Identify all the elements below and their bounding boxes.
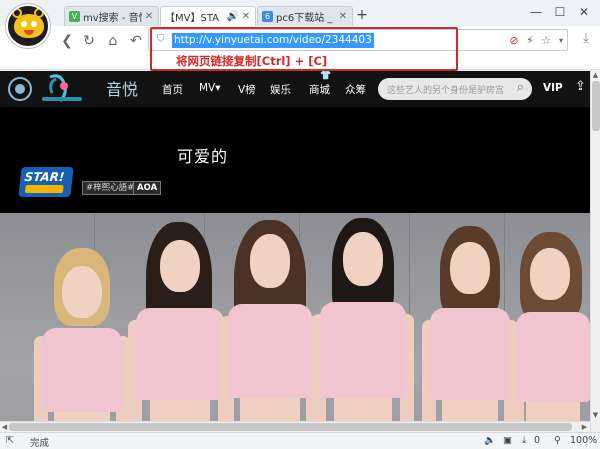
site-nav-yule[interactable]: 娱乐 [270, 82, 291, 97]
performer-4 [312, 218, 414, 432]
search-icon[interactable]: ⌕ [517, 80, 524, 95]
star-icon[interactable]: ☆ [539, 33, 553, 49]
download-count: 0 [534, 435, 541, 446]
horizontal-scrollbar[interactable]: ◀ ▶ [0, 421, 590, 432]
screenshot-icon[interactable]: ▣ [503, 435, 512, 446]
vertical-scrollbar[interactable]: ▲ ▼ [590, 71, 600, 432]
site-logo-text: 音悦 [106, 80, 138, 99]
close-window-button[interactable]: ✕ [574, 4, 594, 20]
site-nav-shop[interactable]: 商城 [309, 82, 330, 97]
tab-pc6[interactable]: 6 pc6下载站 _ 軟 ✕ [257, 6, 353, 26]
download-icon[interactable]: ⤓ [578, 30, 594, 48]
tab-title: pc6下载站 _ 軟 [276, 13, 336, 24]
vip-link[interactable]: VIP [543, 82, 563, 94]
scroll-up-icon[interactable]: ▲ [591, 71, 600, 80]
site-nav-home[interactable]: 首页 [162, 82, 183, 97]
search-placeholder: 这些艺人的另个身份是驴房宫 [387, 86, 505, 96]
tab-bar: V mv搜索 - 音悦 ✕ 【MV】STA 🔊 ✕ 6 pc6下载站 _ 軟 ✕… [0, 0, 600, 26]
undo-icon[interactable]: ↶ [127, 32, 145, 50]
tab-mv-star[interactable]: 【MV】STA 🔊 ✕ [160, 6, 256, 26]
speaker-icon[interactable]: 🔊 [227, 11, 239, 22]
new-tab-button[interactable]: + [355, 7, 369, 23]
tab-title: mv搜索 - 音悦 [83, 13, 142, 24]
close-tab-icon[interactable]: ✕ [338, 11, 348, 22]
chevron-down-icon[interactable]: ▾ [554, 33, 568, 49]
refresh-button[interactable]: ↻ [80, 32, 98, 50]
horizontal-scroll-thumb[interactable] [9, 423, 572, 431]
zoom-level[interactable]: 100% [570, 435, 597, 446]
scroll-left-icon[interactable]: ◀ [0, 422, 9, 432]
site-search-input[interactable]: 这些艺人的另个身份是驴房宫 ⌕ [378, 78, 532, 100]
browser-logo[interactable] [6, 4, 50, 48]
minimize-button[interactable]: — [526, 4, 546, 20]
performer-6 [510, 232, 590, 432]
pc6-favicon-icon: 6 [262, 11, 273, 22]
annotation-text: 将网页链接复制[Ctrl] + [C] [176, 54, 328, 68]
tab-mv-search[interactable]: V mv搜索 - 音悦 ✕ [64, 6, 159, 26]
chevron-down-icon: ▾ [215, 82, 221, 94]
site-nav-crowdfund[interactable]: 众筹 [345, 82, 366, 97]
video-player[interactable]: 可爱的 STAR! #梓熙心語# AOA [0, 107, 590, 432]
upload-icon[interactable]: ⇪ [575, 79, 586, 94]
scroll-down-icon[interactable]: ▼ [591, 411, 600, 420]
video-tag-artist: AOA [133, 181, 162, 195]
site-nav-vbang[interactable]: V榜 [238, 82, 256, 97]
status-text: 完成 [30, 438, 50, 449]
site-nav-mv-label: MV [199, 82, 216, 94]
tab-title: 【MV】STA [165, 13, 219, 24]
show-logo: STAR! [18, 167, 74, 197]
download-icon[interactable]: ⤓ [522, 435, 526, 446]
back-button[interactable]: ❮ [58, 32, 76, 50]
lightning-icon[interactable]: ⚡ [523, 33, 537, 49]
status-bar: ⇱ 完成 🔈 ▣ ⤓ 0 ⚲ 100% [0, 432, 600, 449]
site-header: 音悦 首页 MV▾ V榜 娱乐 商城 👕 众筹 这些艺人的另个身份是驴房宫 ⌕ … [0, 71, 590, 107]
shield-icon: ⛉ [157, 34, 165, 45]
volume-icon[interactable]: 🔈 [484, 435, 496, 446]
address-bar[interactable]: ⛉ http://v.yinyuetai.com/video/2344403 ⊘… [148, 29, 568, 51]
video-caption: 可爱的 [177, 147, 229, 166]
performer-2 [128, 222, 232, 432]
show-logo-text: STAR! [23, 170, 66, 184]
show-logo-underbar [24, 185, 64, 193]
close-tab-icon[interactable]: ✕ [144, 11, 154, 22]
url-text[interactable]: http://v.yinyuetai.com/video/2344403 [172, 33, 374, 48]
video-tag-hashtag: #梓熙心語# [82, 181, 139, 195]
web-page: 音悦 首页 MV▾ V榜 娱乐 商城 👕 众筹 这些艺人的另个身份是驴房宫 ⌕ … [0, 71, 590, 432]
home-button[interactable]: ⌂ [104, 32, 122, 50]
scroll-right-icon[interactable]: ▶ [580, 422, 589, 432]
yinyuetai-logo[interactable]: 音悦 [6, 73, 146, 105]
site-nav-mv[interactable]: MV▾ [199, 82, 221, 94]
browser-window: V mv搜索 - 音悦 ✕ 【MV】STA 🔊 ✕ 6 pc6下载站 _ 軟 ✕… [0, 0, 600, 449]
zoom-icon[interactable]: ⚲ [554, 435, 561, 446]
performer-1 [34, 248, 130, 432]
logo-eye [31, 21, 37, 27]
expand-icon[interactable]: ⇱ [6, 435, 14, 446]
close-tab-icon[interactable]: ✕ [241, 11, 251, 22]
performer-3 [220, 220, 320, 432]
vertical-scroll-thumb[interactable] [592, 81, 600, 131]
maximize-button[interactable]: ☐ [550, 4, 570, 20]
video-frame [0, 213, 590, 432]
performer-5 [422, 226, 518, 432]
yinyuetai-favicon-icon: V [69, 11, 80, 22]
shirt-icon: 👕 [320, 71, 332, 81]
logo-eye [21, 21, 27, 27]
block-icon[interactable]: ⊘ [507, 33, 521, 49]
